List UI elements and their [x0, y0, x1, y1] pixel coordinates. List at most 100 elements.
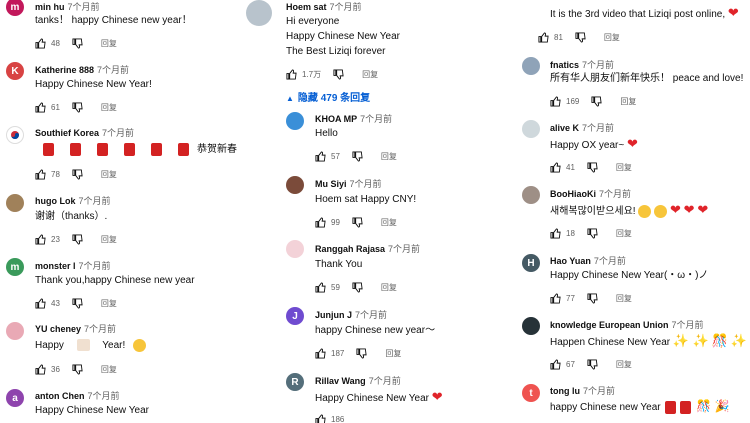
thumbs-down-icon[interactable]: [352, 151, 363, 162]
comment-author: tong lu 7个月前: [550, 384, 615, 397]
thumbs-up-icon[interactable]: [315, 217, 326, 228]
reply-button[interactable]: 回复: [101, 364, 117, 375]
thumbs-down-icon[interactable]: [72, 102, 83, 113]
reply-button[interactable]: 回复: [381, 217, 397, 228]
author-name[interactable]: KHOA MP: [315, 114, 357, 124]
avatar[interactable]: [6, 194, 24, 212]
kissing-face-emoji-icon: [638, 204, 652, 218]
hide-replies-link[interactable]: ▲ 隐藏 479 条回复: [286, 89, 370, 104]
thumbs-down-icon[interactable]: [356, 348, 367, 359]
reply-button[interactable]: 回复: [616, 228, 632, 239]
author-name[interactable]: alive K: [550, 123, 579, 133]
reply-button[interactable]: 回复: [101, 234, 117, 245]
reply-button[interactable]: 回复: [604, 32, 620, 43]
author-name[interactable]: monster l: [35, 261, 76, 271]
thumbs-up-icon[interactable]: [550, 293, 561, 304]
thumbs-down-icon[interactable]: [72, 169, 83, 180]
thumbs-down-icon[interactable]: [333, 69, 344, 80]
author-name[interactable]: min hu: [35, 2, 65, 12]
thumbs-down-icon[interactable]: [587, 293, 598, 304]
comment-time: 7个月前: [368, 376, 401, 386]
thumbs-up-icon[interactable]: [550, 162, 561, 173]
author-name[interactable]: Katherine 888: [35, 65, 94, 75]
avatar[interactable]: J: [286, 307, 304, 325]
like-count: 81: [554, 33, 563, 42]
author-name[interactable]: knowledge European Union: [550, 320, 669, 330]
reply-button[interactable]: 回复: [616, 162, 632, 173]
red-envelope-icon: [680, 400, 692, 414]
reply-button[interactable]: 回复: [616, 359, 632, 370]
avatar[interactable]: K: [6, 62, 24, 80]
author-name[interactable]: Southief Korea: [35, 128, 99, 138]
author-name[interactable]: tong lu: [550, 386, 580, 396]
thumbs-down-icon[interactable]: [575, 32, 586, 43]
reply-button[interactable]: 回复: [381, 282, 397, 293]
reply-button[interactable]: 回复: [101, 102, 117, 113]
author-name[interactable]: BooHiaoKi: [550, 189, 596, 199]
avatar[interactable]: [286, 176, 304, 194]
thumbs-down-icon[interactable]: [72, 298, 83, 309]
reply-button[interactable]: 回复: [101, 298, 117, 309]
avatar[interactable]: [6, 322, 24, 340]
reply-button[interactable]: 回复: [381, 151, 397, 162]
thumbs-down-icon[interactable]: [72, 38, 83, 49]
reply-button[interactable]: 回复: [385, 348, 401, 359]
thumbs-up-icon[interactable]: [35, 102, 46, 113]
avatar[interactable]: [522, 120, 540, 138]
thumbs-up-icon[interactable]: [315, 282, 326, 293]
thumbs-down-icon[interactable]: [587, 359, 598, 370]
author-name[interactable]: Mu Siyi: [315, 179, 347, 189]
avatar[interactable]: [246, 0, 272, 26]
thumbs-down-icon[interactable]: [352, 217, 363, 228]
thumbs-up-icon[interactable]: [35, 169, 46, 180]
korea-flag-avatar[interactable]: [6, 126, 24, 144]
avatar[interactable]: [522, 186, 540, 204]
avatar[interactable]: [522, 317, 540, 335]
reply-button[interactable]: 回复: [616, 293, 632, 304]
thumbs-down-icon[interactable]: [72, 234, 83, 245]
thumbs-up-icon[interactable]: [35, 38, 46, 49]
author-name[interactable]: Rillav Wang: [315, 376, 366, 386]
avatar[interactable]: a: [6, 389, 24, 407]
author-name[interactable]: Hoem sat: [286, 2, 327, 12]
comment-author: fnatics 7个月前: [550, 58, 614, 71]
thumbs-up-icon[interactable]: [35, 234, 46, 245]
author-name[interactable]: Ranggah Rajasa: [315, 244, 385, 254]
reply-button[interactable]: 回复: [362, 69, 378, 80]
author-name[interactable]: fnatics: [550, 60, 579, 70]
author-name[interactable]: Hao Yuan: [550, 256, 591, 266]
thumbs-up-icon[interactable]: [550, 228, 561, 239]
author-name[interactable]: YU cheney: [35, 324, 81, 334]
reply-button[interactable]: 回复: [620, 96, 636, 107]
thumbs-down-icon[interactable]: [352, 282, 363, 293]
thumbs-up-icon[interactable]: [550, 96, 561, 107]
reply-button[interactable]: 回复: [101, 169, 117, 180]
reply-button[interactable]: 回复: [101, 38, 117, 49]
thumbs-up-icon[interactable]: [315, 414, 326, 423]
author-name[interactable]: hugo Lok: [35, 196, 76, 206]
thumbs-down-icon[interactable]: [72, 364, 83, 375]
avatar[interactable]: t: [522, 384, 540, 402]
avatar[interactable]: H: [522, 254, 540, 272]
thumbs-up-icon[interactable]: [286, 69, 297, 80]
avatar[interactable]: R: [286, 373, 304, 391]
avatar[interactable]: [286, 112, 304, 130]
thumbs-up-icon[interactable]: [35, 364, 46, 375]
thumbs-up-icon[interactable]: [315, 348, 326, 359]
avatar[interactable]: [522, 57, 540, 75]
comment-text: Happy Year!: [35, 338, 147, 353]
author-name[interactable]: anton Chen: [35, 391, 85, 401]
author-name[interactable]: Junjun J: [315, 310, 352, 320]
avatar[interactable]: m: [6, 258, 24, 276]
thumbs-up-icon[interactable]: [315, 151, 326, 162]
thumbs-up-icon[interactable]: [550, 359, 561, 370]
avatar[interactable]: m: [6, 0, 24, 16]
thumbs-up-icon[interactable]: [538, 32, 549, 43]
comment-text: happy Chinese new Year 🎊 🎉: [550, 399, 729, 415]
thumbs-down-icon[interactable]: [587, 162, 598, 173]
thumbs-down-icon[interactable]: [591, 96, 602, 107]
avatar[interactable]: [286, 240, 304, 258]
red-envelope-icon: [151, 142, 162, 156]
thumbs-down-icon[interactable]: [587, 228, 598, 239]
thumbs-up-icon[interactable]: [35, 298, 46, 309]
